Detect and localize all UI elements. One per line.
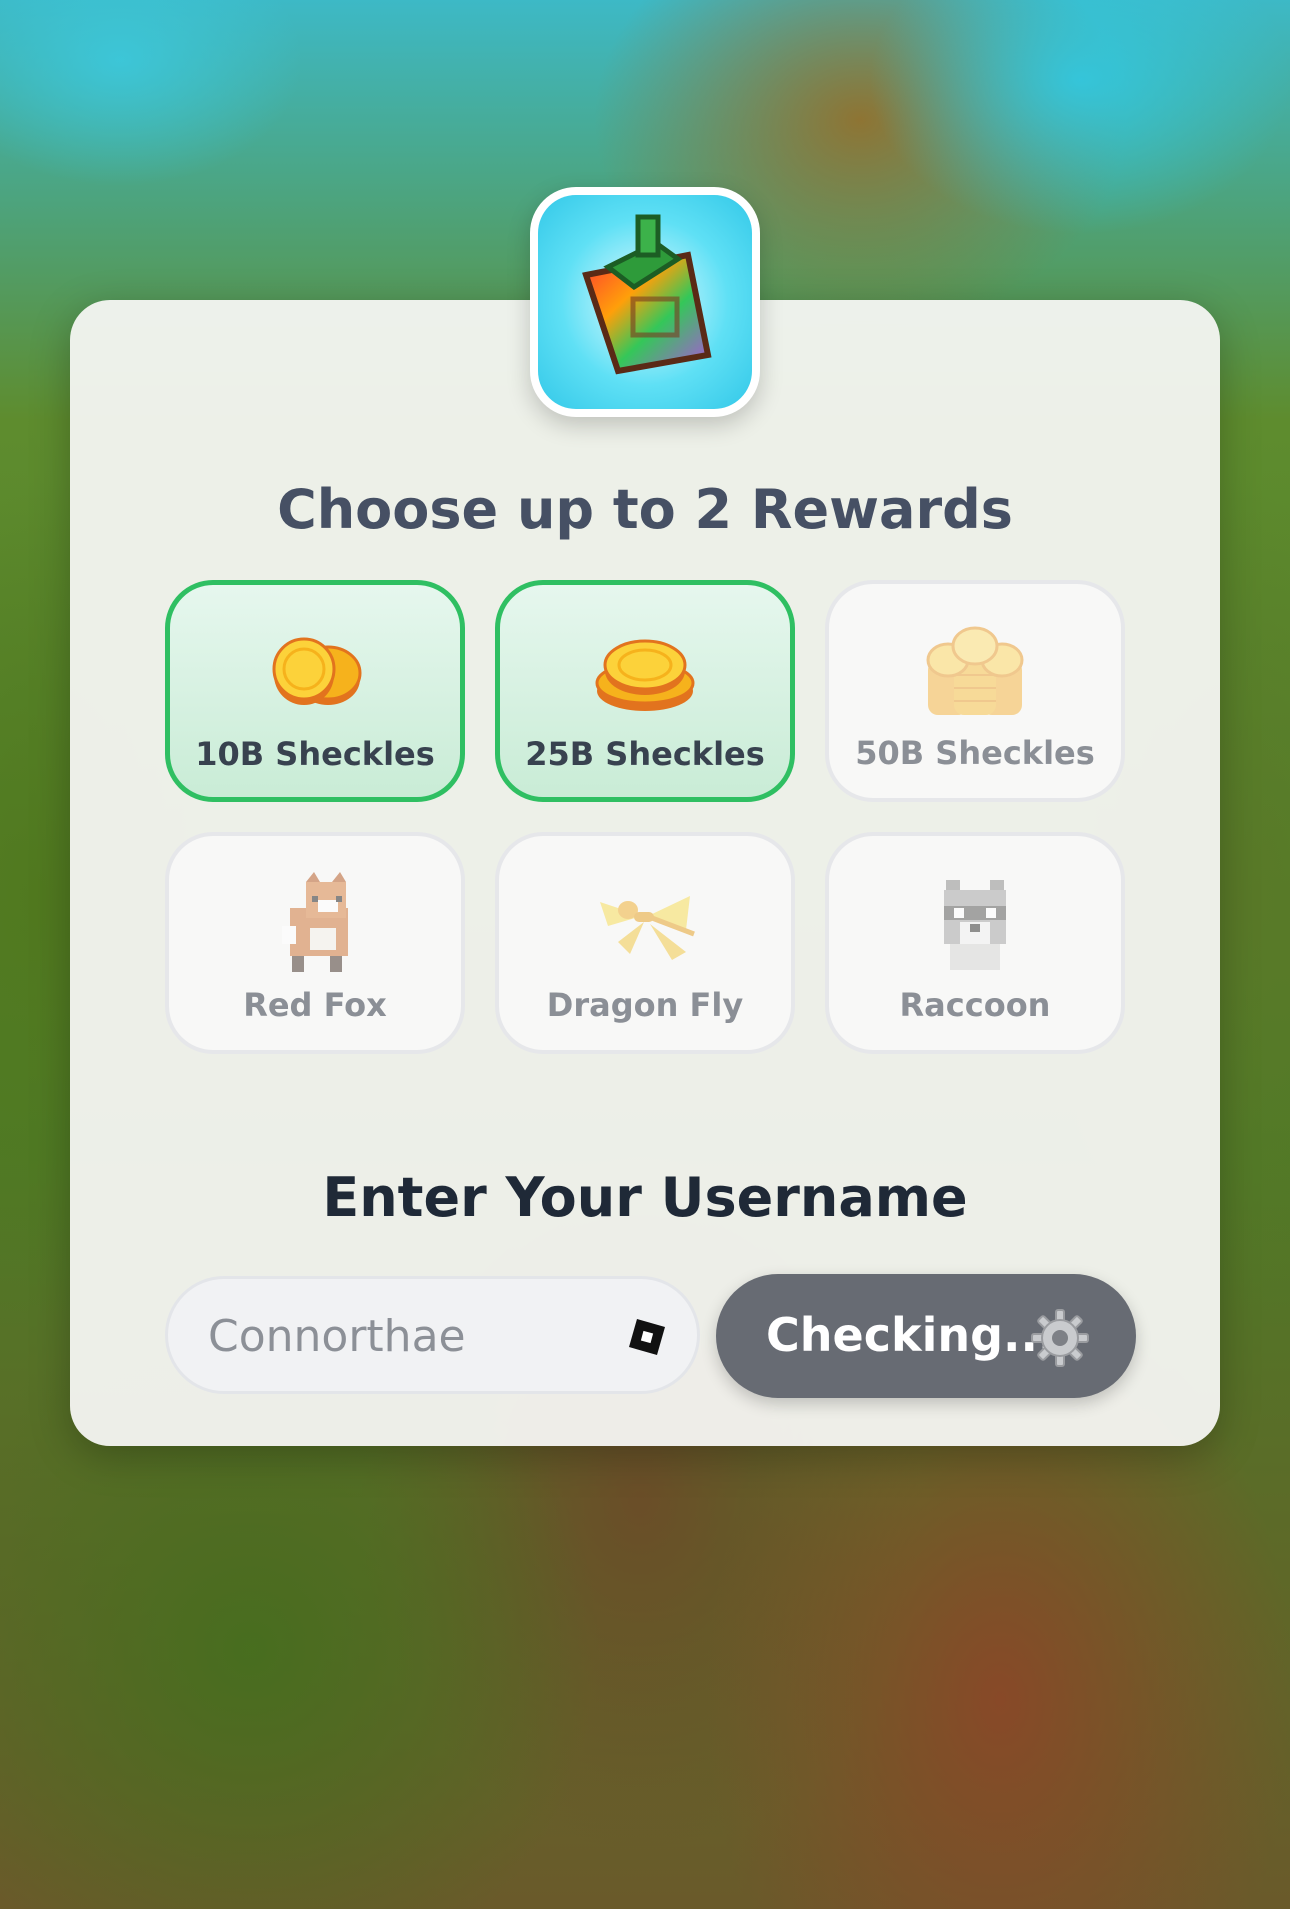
username-field[interactable] <box>165 1276 700 1394</box>
reward-tile-25b-sheckles[interactable]: 25B Sheckles <box>495 580 795 802</box>
reward-grid: 10B Sheckles 25B Sheckles 50B Sheckles R… <box>165 580 1125 1060</box>
reward-label: Red Fox <box>243 986 387 1024</box>
gear-icon <box>1031 1309 1089 1367</box>
page-title: Choose up to 2 Rewards <box>277 478 1013 541</box>
red-fox-icon <box>282 872 348 972</box>
reward-label: 50B Sheckles <box>855 734 1095 772</box>
reward-label: Raccoon <box>899 986 1051 1024</box>
check-button-label: Checking... <box>766 1308 1056 1362</box>
coin-stack-small-icon <box>272 637 362 705</box>
coin-stack-large-icon <box>926 626 1024 715</box>
reward-tile-dragon-fly[interactable]: Dragon Fly <box>495 832 795 1054</box>
check-username-button[interactable]: Checking... <box>716 1274 1136 1398</box>
reward-tile-10b-sheckles[interactable]: 10B Sheckles <box>165 580 465 802</box>
reward-label: 25B Sheckles <box>525 735 765 773</box>
username-heading: Enter Your Username <box>322 1166 968 1229</box>
reward-tile-red-fox[interactable]: Red Fox <box>165 832 465 1054</box>
reward-label: 10B Sheckles <box>195 735 435 773</box>
reward-tile-50b-sheckles[interactable]: 50B Sheckles <box>825 580 1125 802</box>
reward-tile-raccoon[interactable]: Raccoon <box>825 832 1125 1054</box>
rainbow-seed-pack-icon <box>582 214 712 375</box>
username-input[interactable] <box>206 1279 610 1393</box>
roblox-icon <box>629 1319 665 1355</box>
app-icon <box>530 187 760 417</box>
reward-label: Dragon Fly <box>546 986 744 1024</box>
raccoon-icon <box>944 880 1006 970</box>
coin-stack-medium-icon <box>595 639 695 711</box>
dragonfly-icon <box>600 896 695 960</box>
